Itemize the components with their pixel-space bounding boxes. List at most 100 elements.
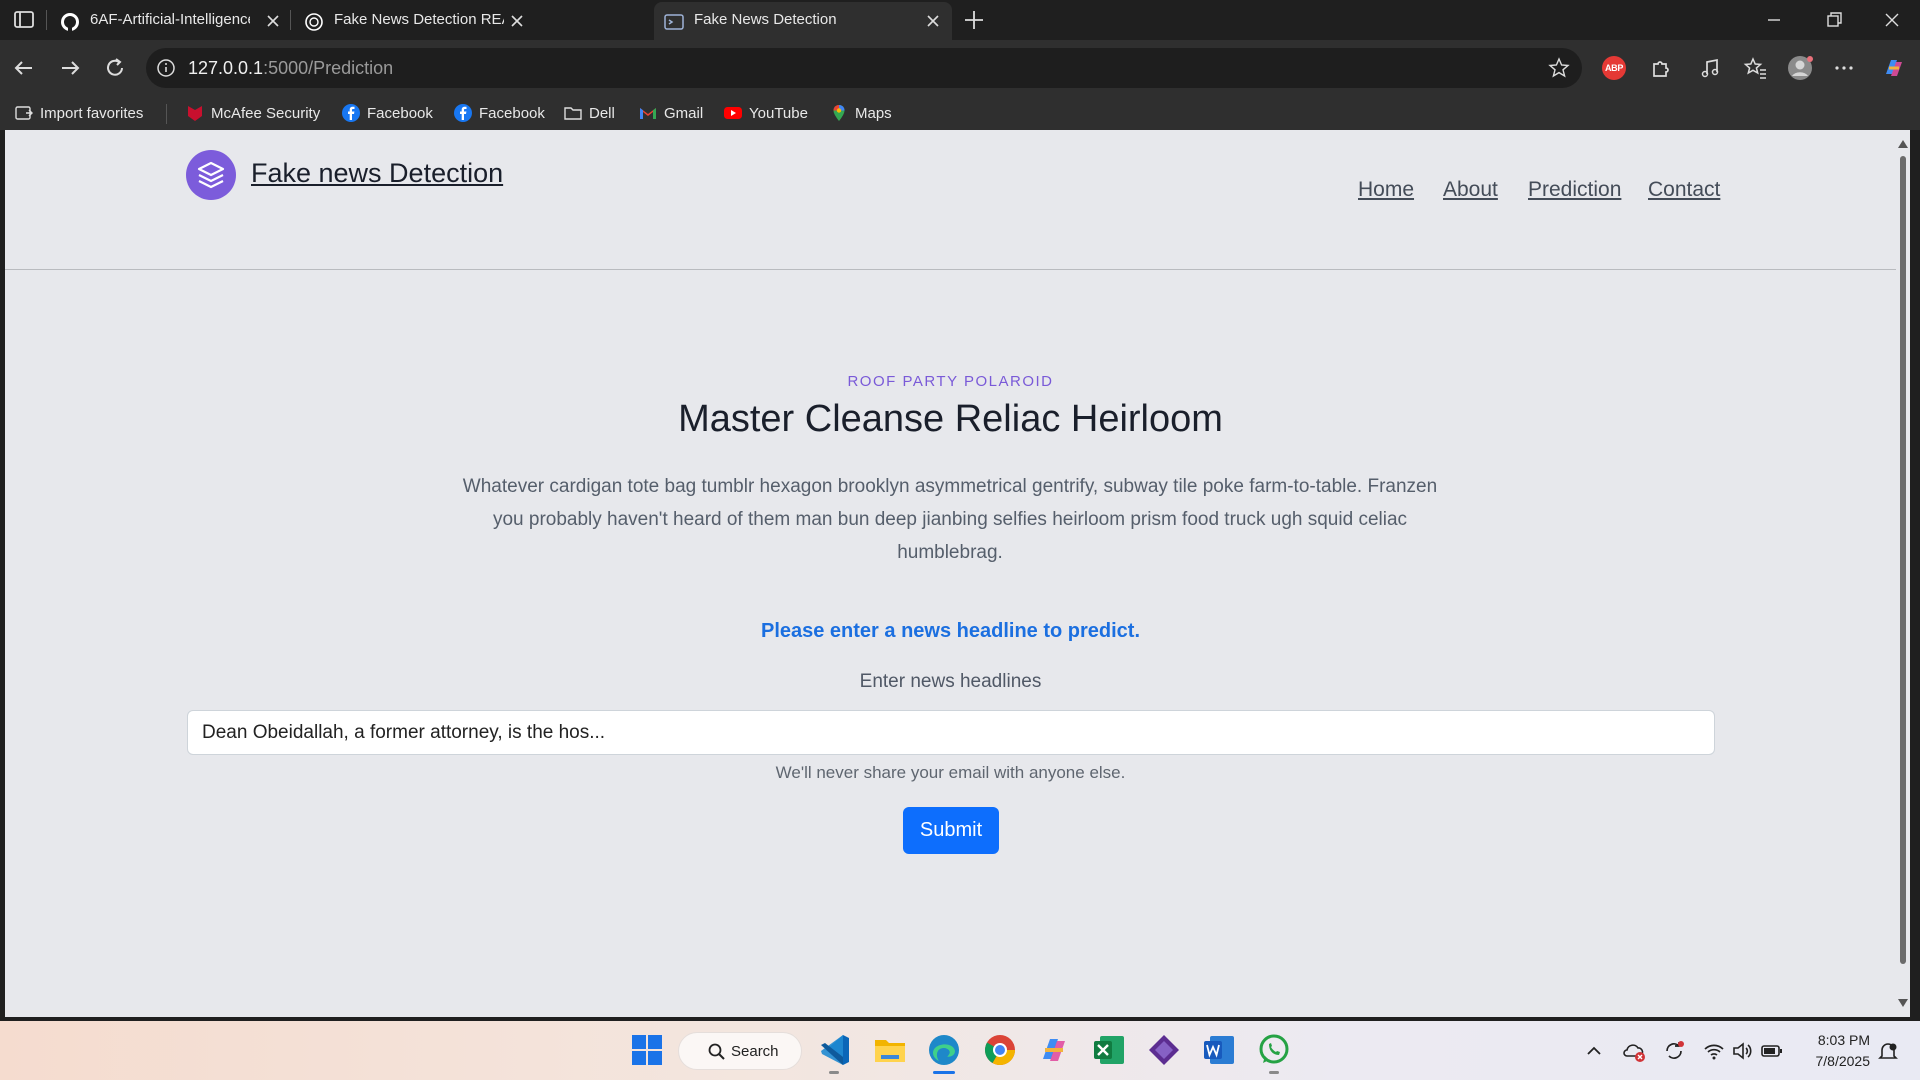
search-label: Search: [731, 1043, 779, 1060]
sync-icon[interactable]: [1662, 1039, 1686, 1063]
page-title: Master Cleanse Reliac Heirloom: [678, 398, 1223, 440]
visual-studio-icon[interactable]: [1145, 1031, 1183, 1069]
scrollbar-thumb[interactable]: [1900, 156, 1906, 964]
bookmark-facebook-2[interactable]: Facebook: [453, 100, 545, 126]
tab-title: 6AF-Artificial-Intelligence-LAB_CS: [90, 11, 250, 28]
terminal-icon: [664, 14, 684, 30]
new-tab-icon[interactable]: [962, 8, 986, 32]
adblock-extension-icon[interactable]: ABP: [1602, 56, 1626, 80]
taskbar: Search 8:03 PM 7/8/2025: [0, 1021, 1920, 1080]
folder-icon: [564, 107, 582, 120]
battery-icon[interactable]: [1760, 1039, 1784, 1063]
nav-prediction[interactable]: Prediction: [1528, 178, 1621, 202]
clock-time: 8:03 PM: [1817, 1032, 1870, 1048]
clock-date: 7/8/2025: [1815, 1053, 1871, 1069]
openai-icon: [305, 13, 323, 31]
close-icon[interactable]: [508, 12, 526, 30]
more-options-icon[interactable]: [1830, 54, 1858, 82]
close-window-icon[interactable]: [1880, 8, 1904, 32]
chrome-icon[interactable]: [981, 1031, 1019, 1069]
onedrive-error-icon[interactable]: [1622, 1039, 1646, 1063]
tab-separator: [290, 10, 291, 30]
lead-paragraph: Whatever cardigan tote bag tumblr hexago…: [462, 476, 1438, 563]
maps-icon: [833, 105, 845, 121]
facebook-icon: [342, 104, 360, 122]
page-viewport: Fake news Detection Home About Predictio…: [5, 130, 1896, 1017]
bookmark-label: McAfee Security: [211, 104, 321, 122]
wifi-icon[interactable]: [1702, 1039, 1726, 1063]
tab-title: Fake News Detection README: [334, 11, 504, 28]
minimize-icon[interactable]: [1762, 8, 1786, 32]
bookmark-gmail[interactable]: Gmail: [638, 100, 703, 126]
favorites-icon[interactable]: [1741, 54, 1769, 82]
scroll-down-icon[interactable]: [1898, 999, 1908, 1007]
nav-contact[interactable]: Contact: [1648, 178, 1720, 202]
url-path: :5000/Prediction: [263, 58, 394, 78]
bookmark-import-favorites[interactable]: Import favorites: [14, 100, 143, 126]
facebook-icon: [454, 104, 472, 122]
windows-start-icon[interactable]: [628, 1031, 666, 1069]
extensions-icon[interactable]: [1646, 54, 1674, 82]
media-icon[interactable]: [1697, 54, 1725, 82]
tab-separator: [46, 10, 47, 30]
bookmark-mcafee[interactable]: McAfee Security: [185, 100, 320, 126]
prediction-message: Please enter a news headline to predict.: [760, 620, 1141, 642]
youtube-icon: [724, 107, 742, 119]
vscode-icon[interactable]: [816, 1031, 854, 1069]
logo[interactable]: [186, 150, 236, 200]
word-icon[interactable]: [1200, 1031, 1238, 1069]
gmail-icon: [640, 108, 656, 119]
bookmark-maps[interactable]: Maps: [829, 100, 892, 126]
github-icon: [61, 13, 79, 31]
edge-icon[interactable]: [925, 1031, 963, 1069]
headline-input[interactable]: [187, 710, 1715, 755]
chevron-up-icon[interactable]: [1582, 1039, 1606, 1063]
tab-github[interactable]: 6AF-Artificial-Intelligence-LAB_CS: [50, 2, 286, 40]
taskbar-search[interactable]: Search: [678, 1032, 802, 1070]
bookmark-youtube[interactable]: YouTube: [723, 100, 808, 126]
info-icon[interactable]: [156, 58, 176, 78]
bookmark-separator: [166, 104, 167, 124]
tab-readme[interactable]: Fake News Detection README: [294, 2, 530, 40]
address-bar[interactable]: 127.0.0.1:5000/Prediction: [146, 48, 1582, 88]
bookmark-label: Facebook: [479, 104, 545, 122]
file-explorer-icon[interactable]: [871, 1031, 909, 1069]
profile-avatar-icon[interactable]: [1786, 54, 1814, 82]
copilot-icon[interactable]: [1880, 54, 1908, 82]
volume-icon[interactable]: [1730, 1039, 1754, 1063]
mcafee-icon: [188, 106, 202, 121]
close-icon[interactable]: [264, 12, 282, 30]
bookmark-facebook-1[interactable]: Facebook: [341, 100, 433, 126]
url-text[interactable]: 127.0.0.1:5000/Prediction: [188, 58, 393, 79]
back-icon[interactable]: [10, 54, 38, 82]
close-icon[interactable]: [924, 12, 942, 30]
submit-button[interactable]: Submit: [903, 807, 999, 854]
headline-input-label: Enter news headlines: [859, 671, 1042, 692]
browser-toolbar: 127.0.0.1:5000/Prediction: [0, 40, 1920, 96]
brand-link[interactable]: Fake news Detection: [251, 158, 503, 189]
nav-home[interactable]: Home: [1358, 178, 1414, 202]
page-scrollbar[interactable]: [1896, 130, 1910, 1017]
forward-icon[interactable]: [56, 54, 84, 82]
bookmark-label: YouTube: [749, 104, 808, 122]
bookmark-label: Dell: [589, 104, 615, 122]
notification-bell-icon[interactable]: [1876, 1039, 1900, 1063]
tab-actions-icon[interactable]: [10, 8, 38, 32]
clock[interactable]: 8:03 PM 7/8/2025: [1800, 1030, 1871, 1072]
tab-fake-news-detection[interactable]: Fake News Detection: [654, 2, 952, 40]
whatsapp-icon[interactable]: [1255, 1031, 1293, 1069]
excel-icon[interactable]: [1090, 1031, 1128, 1069]
url-host: 127.0.0.1: [188, 58, 264, 78]
restore-icon[interactable]: [1822, 8, 1846, 32]
favorites-bar: Import favorites McAfee Security Faceboo…: [0, 96, 1920, 130]
bookmark-label: Facebook: [367, 104, 433, 122]
scroll-up-icon[interactable]: [1898, 140, 1908, 148]
bookmark-label: Import favorites: [40, 104, 144, 122]
refresh-icon[interactable]: [101, 54, 129, 82]
copilot-app-icon[interactable]: [1035, 1031, 1073, 1069]
bookmark-label: Gmail: [664, 104, 704, 122]
active-indicator: [933, 1071, 955, 1074]
bookmark-dell[interactable]: Dell: [563, 100, 615, 126]
favorite-star-icon[interactable]: [1548, 57, 1570, 79]
nav-about[interactable]: About: [1443, 178, 1498, 202]
